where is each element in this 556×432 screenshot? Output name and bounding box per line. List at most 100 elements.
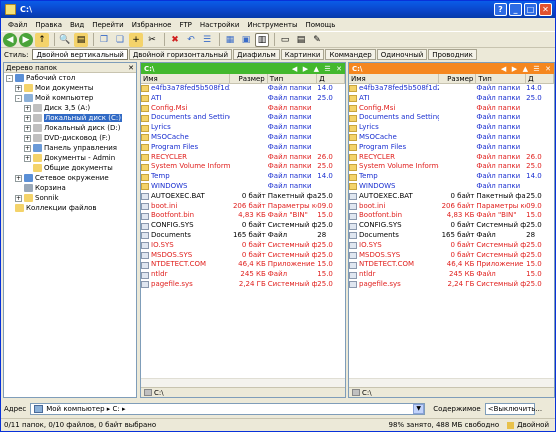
expand-toggle-icon[interactable]: +: [24, 144, 31, 152]
cut-icon[interactable]: ✂: [145, 33, 159, 47]
paste-icon[interactable]: ❏: [113, 33, 127, 47]
file-row[interactable]: Program Files Файл папки: [349, 143, 554, 153]
up-folder-icon[interactable]: ↑: [35, 32, 49, 47]
expand-toggle-icon[interactable]: +: [24, 154, 31, 162]
file-row[interactable]: ntldr 245 КБ Файл 15.0: [349, 270, 554, 280]
maximize-button[interactable]: □: [524, 3, 537, 16]
file-row[interactable]: Documents and Settings Файл папки: [349, 113, 554, 123]
file-row[interactable]: e4fb3a78fed5b508f1d223... Файл папки 14.0: [349, 84, 554, 94]
views-icon[interactable]: ▦: [223, 33, 237, 47]
tree-item[interactable]: Общие документы: [4, 163, 136, 173]
file-row[interactable]: WINDOWS Файл папки: [141, 182, 345, 192]
col-type[interactable]: Тип: [476, 74, 527, 83]
properties-icon[interactable]: ☰: [200, 33, 214, 47]
tab-explorer[interactable]: Проводник: [428, 49, 477, 60]
menu-help[interactable]: Помощь: [302, 21, 340, 29]
close-button[interactable]: ✕: [539, 3, 552, 16]
file-row[interactable]: MSOCache Файл папки: [349, 133, 554, 143]
expand-toggle-icon[interactable]: -: [15, 94, 22, 102]
tab-filmstrip[interactable]: Диафильм: [233, 49, 280, 60]
undo-icon[interactable]: ↶: [184, 33, 198, 47]
col-type[interactable]: Тип: [268, 74, 318, 83]
col-name[interactable]: Имя: [141, 74, 231, 83]
expand-toggle-icon[interactable]: -: [6, 74, 13, 82]
address-dropdown-icon[interactable]: ▼: [413, 403, 425, 414]
tree-item[interactable]: + Панель управления: [4, 143, 136, 153]
tab-commander[interactable]: Коммандер: [325, 49, 376, 60]
forward-icon[interactable]: ▶: [303, 65, 308, 73]
file-row[interactable]: CONFIG.SYS 0 байтСистемный файл25.0: [349, 221, 554, 231]
file-row[interactable]: WINDOWS Файл папки: [349, 182, 554, 192]
menu-go[interactable]: Перейти: [88, 21, 128, 29]
col-size[interactable]: Размер: [230, 74, 268, 83]
expand-toggle-icon[interactable]: +: [24, 104, 31, 112]
page-icon[interactable]: ▭: [278, 33, 292, 47]
back-icon[interactable]: ◀: [3, 32, 17, 47]
horizontal-scrollbar[interactable]: [349, 378, 554, 387]
file-row[interactable]: MSDOS.SYS 0 байтСистемный файл25.0: [349, 251, 554, 261]
forward-icon[interactable]: ▶: [19, 32, 33, 47]
expand-toggle-icon[interactable]: +: [24, 134, 31, 142]
tree-item[interactable]: + Локальный диск (D:): [4, 123, 136, 133]
expand-toggle-icon[interactable]: +: [24, 124, 31, 132]
file-row[interactable]: Documents 165 байт Файл 28: [349, 231, 554, 241]
tab-pictures[interactable]: Картинки: [280, 49, 325, 60]
expand-toggle-icon[interactable]: +: [24, 114, 31, 122]
tab-dual-horizontal[interactable]: Двойной горизонтальный: [128, 49, 233, 60]
file-row[interactable]: Temp Файл папки 14.0: [141, 172, 345, 182]
tree-item[interactable]: + Локальный диск (C:): [4, 113, 136, 123]
new-folder-icon[interactable]: +: [129, 32, 143, 47]
tree-item[interactable]: + Мои документы: [4, 83, 136, 93]
expand-toggle-icon[interactable]: +: [15, 194, 22, 202]
menu-settings[interactable]: Настройки: [196, 21, 244, 29]
view-mode-icon[interactable]: ▣: [239, 33, 253, 47]
forward-icon[interactable]: ▶: [512, 65, 517, 73]
tile-icon[interactable]: ▤: [294, 33, 308, 47]
file-row[interactable]: Bootfont.bin 4,83 КБ Файл "BIN" 15.0: [141, 211, 345, 221]
file-row[interactable]: pagefile.sys 2,24 ГБСистемный файл25.0: [349, 280, 554, 290]
help-button[interactable]: ?: [494, 3, 507, 16]
close-icon[interactable]: ✕: [545, 65, 551, 73]
file-row[interactable]: boot.ini 206 байтПараметры ком...09.0: [349, 202, 554, 212]
tree-item[interactable]: + Документы - Admin: [4, 153, 136, 163]
file-row[interactable]: CONFIG.SYS 0 байтСистемный файл25.0: [141, 221, 345, 231]
menu-file[interactable]: Файл: [4, 21, 31, 29]
tab-single[interactable]: Одиночный: [376, 49, 428, 60]
file-row[interactable]: Program Files Файл папки: [141, 143, 345, 153]
menu-view[interactable]: Вид: [66, 21, 88, 29]
file-row[interactable]: RECYCLER Файл папки 26.0: [141, 153, 345, 163]
file-row[interactable]: NTDETECT.COM 46,4 КБПриложение MS...15.0: [141, 260, 345, 270]
menu-icon[interactable]: ☰: [533, 65, 539, 73]
back-icon[interactable]: ◀: [292, 65, 297, 73]
address-field[interactable]: Мой компьютер ▸ C: ▸ ▼: [30, 402, 426, 415]
menu-edit[interactable]: Правка: [31, 21, 66, 29]
right-panel-header[interactable]: C:\ ◀ ▶ ▲ ☰ ✕: [349, 63, 554, 74]
file-row[interactable]: ATI Файл папки 25.0: [349, 94, 554, 104]
tree-item[interactable]: - Рабочий стол: [4, 73, 136, 83]
tree-item[interactable]: Корзина: [4, 183, 136, 193]
col-date[interactable]: Д: [317, 74, 345, 83]
file-row[interactable]: pagefile.sys 2,24 ГБСистемный файл25.0: [141, 280, 345, 290]
menu-tools[interactable]: Инструменты: [243, 21, 301, 29]
file-row[interactable]: AUTOEXEC.BAT 0 байтПакетный файл ...25.0: [349, 192, 554, 202]
folders-icon[interactable]: ▤: [74, 32, 88, 47]
file-row[interactable]: Config.Msi Файл папки: [141, 104, 345, 114]
menu-ftp[interactable]: FTP: [175, 21, 195, 29]
dual-pane-icon[interactable]: ▥: [255, 32, 269, 47]
file-row[interactable]: e4fb3a78fed5b508f1d223... Файл папки 14.0: [141, 84, 345, 94]
file-row[interactable]: boot.ini 206 байтПараметры ком...09.0: [141, 202, 345, 212]
file-row[interactable]: Documents 165 байт Файл 28: [141, 231, 345, 241]
tree-item[interactable]: Коллекции файлов: [4, 203, 136, 213]
tree-item[interactable]: - Мой компьютер: [4, 93, 136, 103]
expand-toggle-icon[interactable]: +: [15, 174, 22, 182]
file-row[interactable]: Temp Файл папки 14.0: [349, 172, 554, 182]
menu-icon[interactable]: ☰: [324, 65, 330, 73]
file-row[interactable]: ntldr 245 КБ Файл 15.0: [141, 270, 345, 280]
content-filter-select[interactable]: <Выключить...: [484, 402, 542, 415]
file-row[interactable]: RECYCLER Файл папки 26.0: [349, 153, 554, 163]
file-row[interactable]: Documents and Settings Файл папки: [141, 113, 345, 123]
tree-item[interactable]: + DVD-дисковод (F:): [4, 133, 136, 143]
file-row[interactable]: IO.SYS 0 байтСистемный файл25.0: [349, 241, 554, 251]
file-row[interactable]: Lyrics Файл папки: [349, 123, 554, 133]
file-row[interactable]: ATI Файл папки 25.0: [141, 94, 345, 104]
